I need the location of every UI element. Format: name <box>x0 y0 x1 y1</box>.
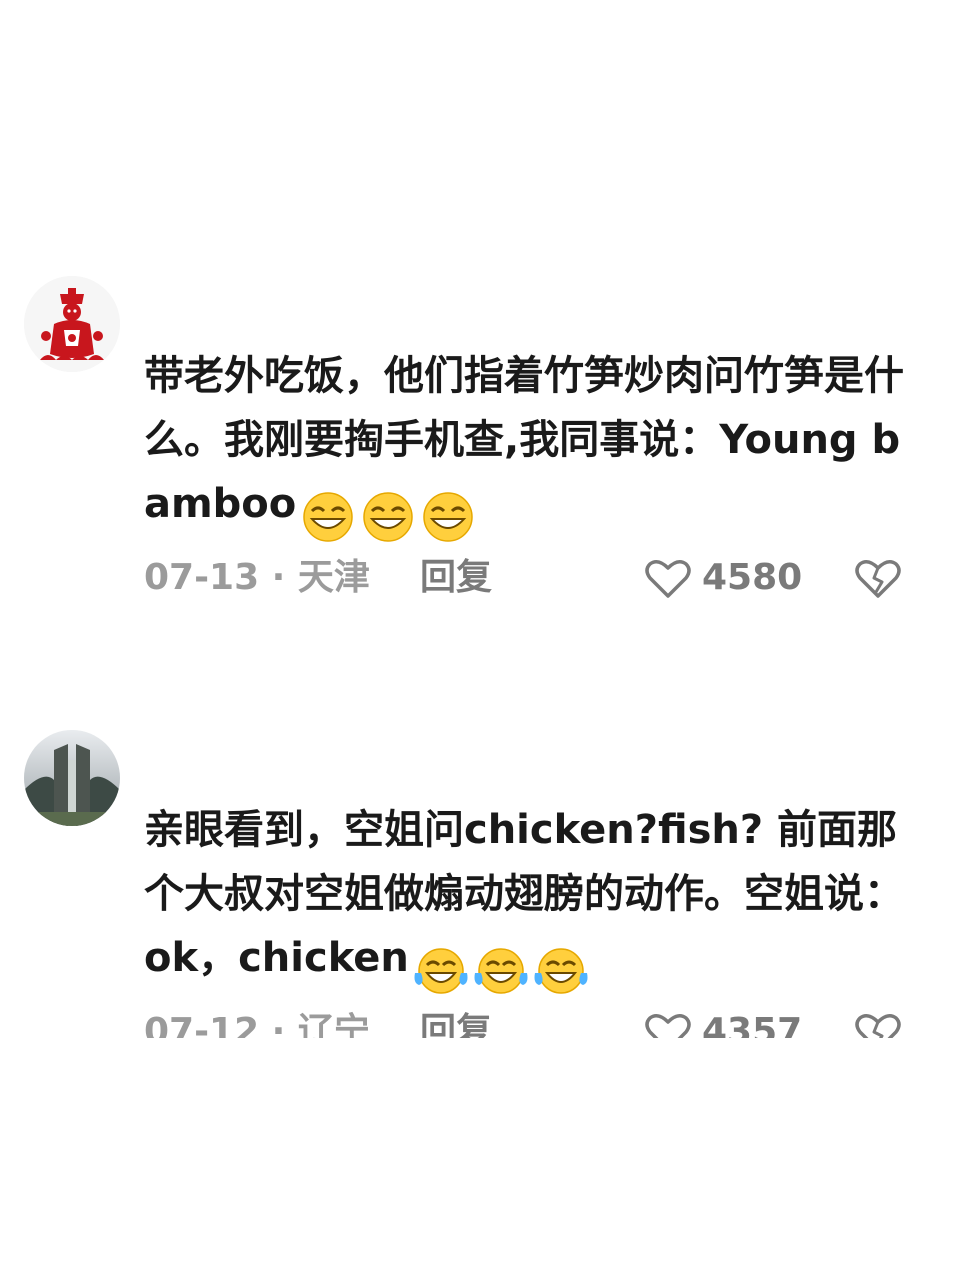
emoji-group <box>298 482 478 546</box>
like-count: 4357 <box>702 1011 803 1038</box>
squinting-laugh-emoji <box>423 492 474 542</box>
comment-body: 带老外吃饭，他们指着竹笋炒肉问竹笋是什么。我刚要掏手机查,我同事说：Young … <box>144 344 924 546</box>
tears-of-joy-emoji <box>534 948 588 994</box>
temple-gate-photo-avatar <box>24 730 120 826</box>
tears-of-joy-emoji <box>414 948 468 994</box>
squinting-laugh-emoji <box>363 492 414 542</box>
tears-of-joy-emoji <box>474 948 528 994</box>
comment-meta: 07-12 · 辽宁 回复 4357 <box>144 1008 924 1038</box>
like-count: 4580 <box>702 557 803 598</box>
squinting-laugh-emoji <box>303 492 354 542</box>
red-paper-cut-figure-avatar <box>24 276 120 372</box>
emoji-group <box>411 936 591 1000</box>
date-location: 07-13 · 天津 <box>144 557 370 598</box>
user-avatar[interactable] <box>24 276 120 372</box>
reply-button[interactable]: 回复 <box>420 554 492 602</box>
comment-body: 亲眼看到，空姐问chicken?fish? 前面那个大叔对空姐做煽动翅膀的动作。… <box>144 798 924 1000</box>
heart-outline-icon[interactable] <box>644 558 692 600</box>
broken-heart-icon[interactable] <box>854 1012 902 1038</box>
broken-heart-icon[interactable] <box>854 558 902 600</box>
date-location: 07-12 · 辽宁 <box>144 1011 370 1038</box>
heart-outline-icon[interactable] <box>644 1012 692 1038</box>
reply-button[interactable]: 回复 <box>420 1008 492 1038</box>
comment-text: 带老外吃饭，他们指着竹笋炒肉问竹笋是什么。我刚要掏手机查,我同事说：Young … <box>144 353 904 527</box>
user-avatar[interactable] <box>24 730 120 826</box>
comment-meta: 07-13 · 天津 回复 4580 <box>144 554 924 602</box>
